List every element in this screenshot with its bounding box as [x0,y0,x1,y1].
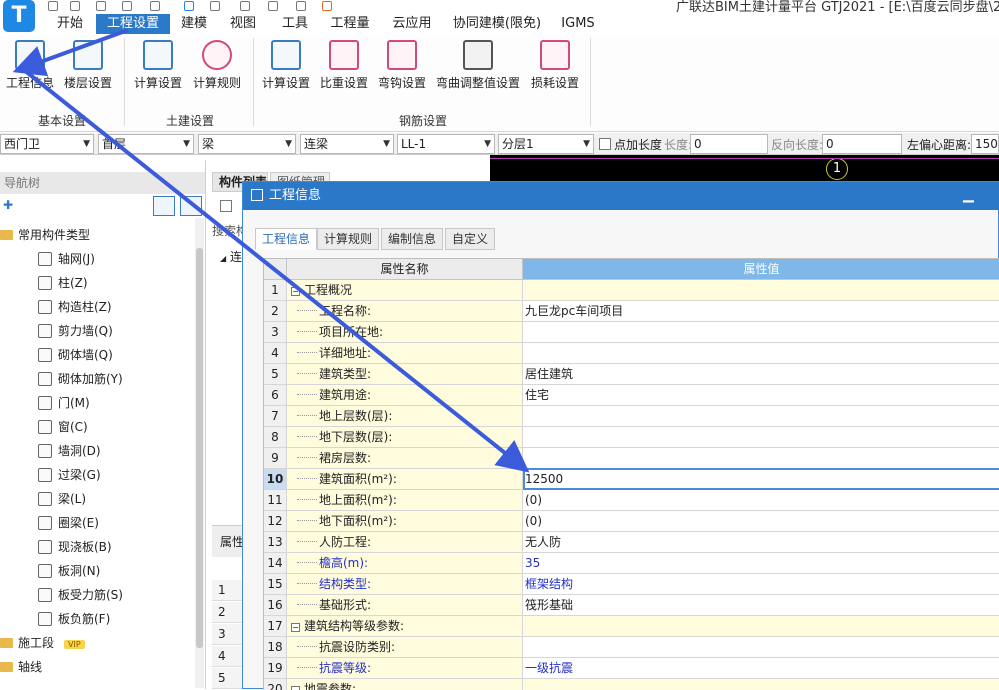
arrow-to-area-field [22,68,530,473]
annotation-arrows [12,28,530,473]
arrow-to-project-info [12,28,129,77]
